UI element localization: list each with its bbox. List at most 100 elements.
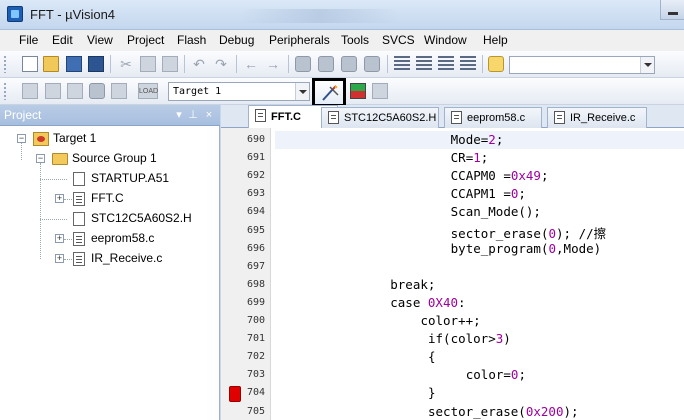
chevron-down-icon[interactable]	[640, 57, 654, 73]
code-text: Mode=	[450, 132, 489, 147]
menu-peripherals[interactable]: Peripherals	[269, 33, 330, 47]
toolbar-separator	[110, 55, 111, 73]
tree-item-target[interactable]: − Target 1	[0, 130, 220, 148]
code-text: ;	[518, 186, 526, 202]
menu-view[interactable]: View	[87, 33, 113, 47]
code-line: byte_program(0,Mode)	[451, 241, 602, 256]
menu-project[interactable]: Project	[127, 33, 164, 47]
navigate-back-icon[interactable]: ←	[243, 56, 259, 72]
select-packs-icon[interactable]	[372, 83, 388, 99]
line-number: 691	[246, 152, 265, 164]
rebuild-icon[interactable]	[67, 83, 83, 99]
find-combo[interactable]	[509, 56, 655, 74]
batch-build-icon[interactable]	[89, 83, 105, 99]
expand-icon[interactable]: +	[55, 194, 64, 203]
toolbar-grip[interactable]	[3, 55, 7, 73]
code-text: sector_erase(	[450, 225, 549, 241]
navigate-forward-icon[interactable]: →	[265, 56, 281, 72]
comment-icon[interactable]	[438, 56, 454, 72]
toolbar-separator	[387, 55, 388, 73]
menu-edit[interactable]: Edit	[52, 33, 73, 47]
line-number: 695	[246, 224, 265, 236]
menu-tools[interactable]: Tools	[341, 33, 369, 47]
menu-help[interactable]: Help	[483, 33, 508, 47]
code-line: if(color>3)	[428, 331, 511, 346]
toolbar-separator	[184, 55, 185, 73]
tab-stc12c5a60s2-h[interactable]: STC12C5A60S2.H	[321, 107, 439, 128]
line-number: 692	[246, 170, 265, 182]
code-line: sector_erase(0); //擦	[451, 223, 607, 242]
tab-label: eeprom58.c	[467, 112, 526, 124]
menu-file[interactable]: File	[19, 33, 38, 47]
tree-item-file[interactable]: STC12C5A60S2.H	[0, 210, 220, 228]
tree-item-file[interactable]: + eeprom58.c	[0, 230, 220, 248]
undo-icon[interactable]: ↶	[191, 56, 207, 72]
save-all-icon[interactable]	[88, 56, 104, 72]
collapse-icon[interactable]: −	[36, 154, 45, 163]
expand-icon[interactable]: +	[55, 254, 64, 263]
menu-window[interactable]: Window	[424, 33, 467, 47]
load-icon[interactable]: LOAD	[138, 83, 158, 99]
tree-item-file[interactable]: + IR_Receive.c	[0, 250, 220, 268]
bookmark-next-icon[interactable]	[341, 56, 357, 72]
menu-flash[interactable]: Flash	[177, 33, 206, 47]
save-icon[interactable]	[66, 56, 82, 72]
paste-icon[interactable]	[162, 56, 178, 72]
indent-icon[interactable]	[394, 56, 410, 72]
code-text: CR=	[450, 150, 474, 166]
expand-icon[interactable]: +	[55, 234, 64, 243]
find-in-files-icon[interactable]	[488, 56, 504, 72]
close-icon[interactable]: ×	[202, 108, 216, 122]
bookmark-toggle-icon[interactable]	[295, 56, 311, 72]
translate-icon[interactable]	[22, 83, 38, 99]
toolbar-grip[interactable]	[3, 82, 7, 100]
stop-build-icon[interactable]	[111, 83, 127, 99]
copy-icon[interactable]	[140, 56, 156, 72]
code-text: ;	[480, 150, 489, 166]
breakpoint-marker[interactable]	[229, 386, 241, 403]
pin-icon[interactable]: ⊥	[186, 108, 200, 122]
tree-item-source-group[interactable]: − Source Group 1	[0, 150, 220, 168]
menu-debug[interactable]: Debug	[219, 33, 254, 47]
bookmark-clear-icon[interactable]	[364, 56, 380, 72]
panel-menu-icon[interactable]: ▾	[172, 108, 186, 122]
code-text: ,Mode)	[556, 240, 602, 256]
code-text: }	[428, 385, 436, 401]
options-for-target-button[interactable]	[312, 78, 346, 107]
asm-file-icon	[73, 172, 85, 186]
tab-ir-receive-c[interactable]: IR_Receive.c	[547, 107, 647, 128]
new-file-icon[interactable]	[22, 56, 38, 72]
project-panel-header: Project ▾ ⊥ ×	[0, 105, 220, 126]
line-number: 694	[246, 206, 265, 218]
menu-svcs[interactable]: SVCS	[382, 33, 415, 47]
manage-components-icon[interactable]	[350, 83, 366, 99]
c-file-icon	[73, 232, 85, 246]
c-file-icon	[73, 192, 85, 206]
line-number: 704	[246, 387, 265, 399]
target-select[interactable]: Target 1	[168, 82, 310, 101]
bookmark-prev-icon[interactable]	[318, 56, 334, 72]
redo-icon[interactable]: ↷	[213, 56, 229, 72]
code-text: :	[458, 294, 466, 310]
folder-icon	[52, 153, 68, 165]
uncomment-icon[interactable]	[460, 56, 476, 72]
header-file-icon	[73, 212, 85, 226]
unindent-icon[interactable]	[416, 56, 432, 72]
collapse-icon[interactable]: −	[17, 134, 26, 143]
tree-item-file[interactable]: + FFT.C	[0, 190, 220, 208]
line-number: 693	[246, 188, 265, 200]
tab-eeprom58-c[interactable]: eeprom58.c	[444, 107, 542, 128]
tree-item-file[interactable]: STARTUP.A51	[0, 170, 220, 188]
uvision-app-icon	[7, 6, 23, 22]
cut-icon[interactable]: ✂	[118, 56, 134, 72]
open-folder-icon[interactable]	[43, 56, 59, 72]
minimize-button[interactable]	[660, 0, 684, 20]
c-file-icon	[255, 109, 266, 122]
chevron-down-icon[interactable]	[295, 83, 309, 100]
code-text: if(color>	[428, 331, 496, 347]
build-icon[interactable]	[45, 83, 61, 99]
c-file-icon	[451, 111, 462, 124]
code-editor[interactable]: 690 Mode=2; 691 CR=1; 692 CCAPM0 =0x49; 693 CCA…	[221, 128, 684, 420]
tree-item-label: FFT.C	[91, 191, 124, 205]
code-line: CR=1;	[451, 150, 489, 165]
